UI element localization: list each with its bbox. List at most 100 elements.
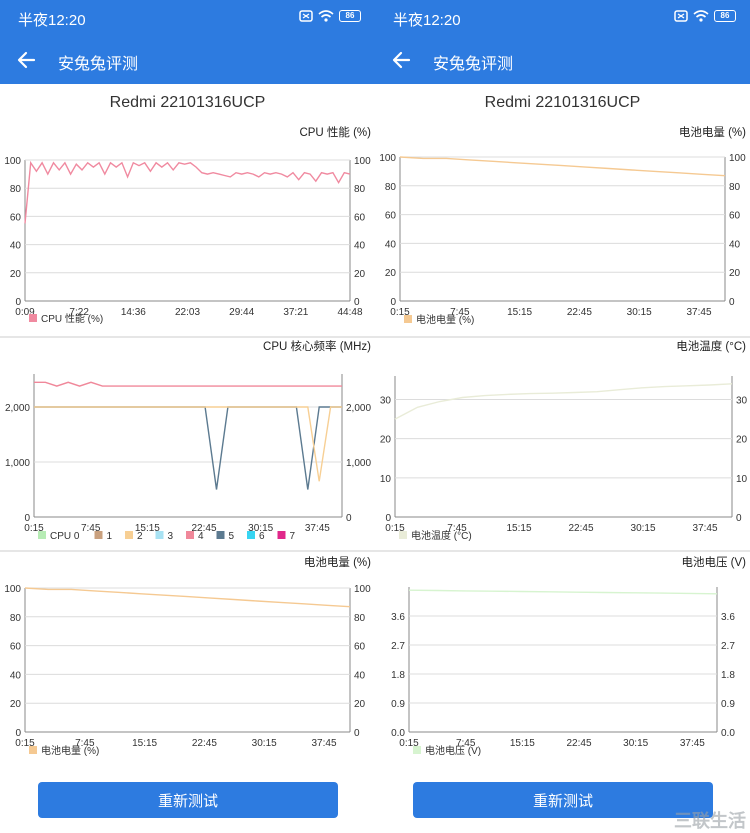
retest-button[interactable]: 重新测试 [38,782,338,818]
back-arrow-icon [17,51,36,69]
y-tick-label: 80 [385,182,397,193]
x-tick-label: 14:36 [121,307,146,318]
y-tick-label: 3.6 [391,612,405,623]
x-tick-label: 30:15 [623,738,648,749]
y-tick-label: 40 [10,670,22,681]
screen-cast-icon [299,10,313,22]
x-tick-label: 15:15 [510,738,535,749]
back-arrow-icon [392,51,411,69]
x-tick-label: 30:15 [627,307,652,318]
y-tick-label: 40 [10,241,22,252]
chart-svg: 0 020 2040 4060 6080 80100 1000:09 7:22 14:36 22:… [4,156,371,325]
wifi-icon [693,10,709,22]
chart-3: 电池电量 (%) 0 0 20 20 40 40 60 60 80 80 100 100 0:15 7:45… [0,554,375,766]
battery-icon: 86 [339,10,361,22]
back-button[interactable] [12,46,42,74]
wifi-icon [318,10,334,22]
right-screen: 半夜12:20 86 安兔兔评测 Redmi 22101316UCP 电池电量 … [375,0,750,833]
app-title: 安兔兔评测 [433,56,514,73]
retest-button[interactable]: 重新测试 [413,782,713,818]
legend-label: 5 [229,531,235,542]
app-bar: 安兔兔评测 [0,36,375,84]
series-line [408,589,718,595]
x-tick-label: 37:45 [305,523,330,534]
y-tick-label: 30 [380,396,392,407]
y-tick-label-right: 100 [729,153,746,164]
y-tick-label-right: 0 [736,513,742,524]
legend-swatch [125,531,133,539]
section-divider [0,550,375,552]
series-line [34,406,342,490]
series-line [24,160,351,224]
x-tick-label: 22:03 [175,307,200,318]
screen-cast-icon [674,10,688,22]
y-tick-label-right: 80 [354,613,366,624]
x-tick-label: 37:21 [283,307,308,318]
y-tick-label: 1,000 [5,458,30,469]
y-tick-label-right: 30 [736,396,748,407]
y-tick-label: 60 [10,642,22,653]
y-tick-label-right: 10 [736,474,748,485]
status-icons: 86 [674,10,736,22]
y-tick-label-right: 1.8 [721,670,735,681]
legend-swatch [413,746,421,754]
y-tick-label: 80 [10,613,22,624]
legend-label: 6 [259,531,265,542]
y-tick-label-right: 0.0 [721,728,735,739]
series-line [34,406,342,482]
x-tick-label: 44:48 [337,307,362,318]
legend-label: 4 [198,531,204,542]
device-name: Redmi 22101316UCP [109,94,266,111]
chart-1: CPU 性能 (%) 0 0 20 20 40 40 60 60 80 80 100 100 0:09 7:… [0,124,375,336]
legend-swatch [38,531,46,539]
y-tick-label-right: 3.6 [721,612,735,623]
y-tick-label-right: 20 [354,269,366,280]
y-tick-label-right: 20 [736,435,748,446]
y-tick-label-right: 0 [346,513,352,524]
chart-svg: 0 010 1020 2030 300:15 7:45 15:15 22:45 30:15 37:… [380,376,748,542]
y-tick-label: 20 [10,269,22,280]
legend-swatch [404,315,412,323]
y-tick-label-right: 100 [354,156,371,167]
chart-svg: 0 01,000 1,0002,000 2,0000:15 7:45 15:15 22:45… [5,374,371,542]
y-tick-label-right: 60 [729,211,741,222]
y-tick-label: 20 [10,699,22,710]
chart-svg: 0.0 0.00.9 0.91.8 1.82.7 2.73.6 3.60:15 7:45 15… [391,587,735,757]
y-tick-label-right: 40 [354,670,366,681]
y-tick-label: 1.8 [391,670,405,681]
x-tick-label: 22:45 [567,738,592,749]
legend-swatch [399,531,407,539]
y-tick-label-right: 0 [354,728,360,739]
chart-2: CPU 核心频率 (MHz) 0 0 1,000 1,000 2,000 2,000 0:15… [0,338,375,550]
back-button[interactable] [387,46,417,74]
x-tick-label: 15:15 [507,523,532,534]
status-icons: 86 [299,10,361,22]
legend-label: 3 [168,531,174,542]
y-tick-label: 10 [380,474,392,485]
legend-label: CPU 0 [50,531,80,542]
chart-2: 电池温度 (°C) 0 0 10 10 20 20 30 30 0:15 7:45 15:15 22:4… [375,338,750,550]
app-title: 安兔兔评测 [58,56,139,73]
legend-label: 1 [107,531,113,542]
x-tick-label: 37:45 [680,738,705,749]
status-bar: 半夜12:20 86 [375,0,750,36]
x-tick-label: 29:44 [229,307,254,318]
y-tick-label: 60 [10,212,22,223]
y-tick-label: 40 [385,239,397,250]
y-tick-label-right: 2,000 [346,403,371,414]
series-line [34,381,342,387]
app-bar: 安兔兔评测 [375,36,750,84]
legend-swatch [277,531,286,539]
left-screen: 半夜12:20 86 安兔兔评测 Redmi 22101316UCP CPU 性… [0,0,375,833]
y-tick-label-right: 0 [729,297,735,308]
y-tick-label: 2,000 [5,403,30,414]
y-tick-label: 2.7 [391,641,405,652]
chart-svg: 0 020 2040 4060 6080 80100 1000:15 7:45 15:15 22:… [379,153,746,326]
x-tick-label: 30:15 [631,523,656,534]
x-tick-label: 22:45 [567,307,592,318]
y-tick-label: 100 [4,584,21,595]
y-tick-label-right: 2.7 [721,641,735,652]
legend-label: CPU 性能 (%) [41,312,103,325]
y-tick-label: 60 [385,211,397,222]
x-tick-label: 37:45 [311,738,336,749]
